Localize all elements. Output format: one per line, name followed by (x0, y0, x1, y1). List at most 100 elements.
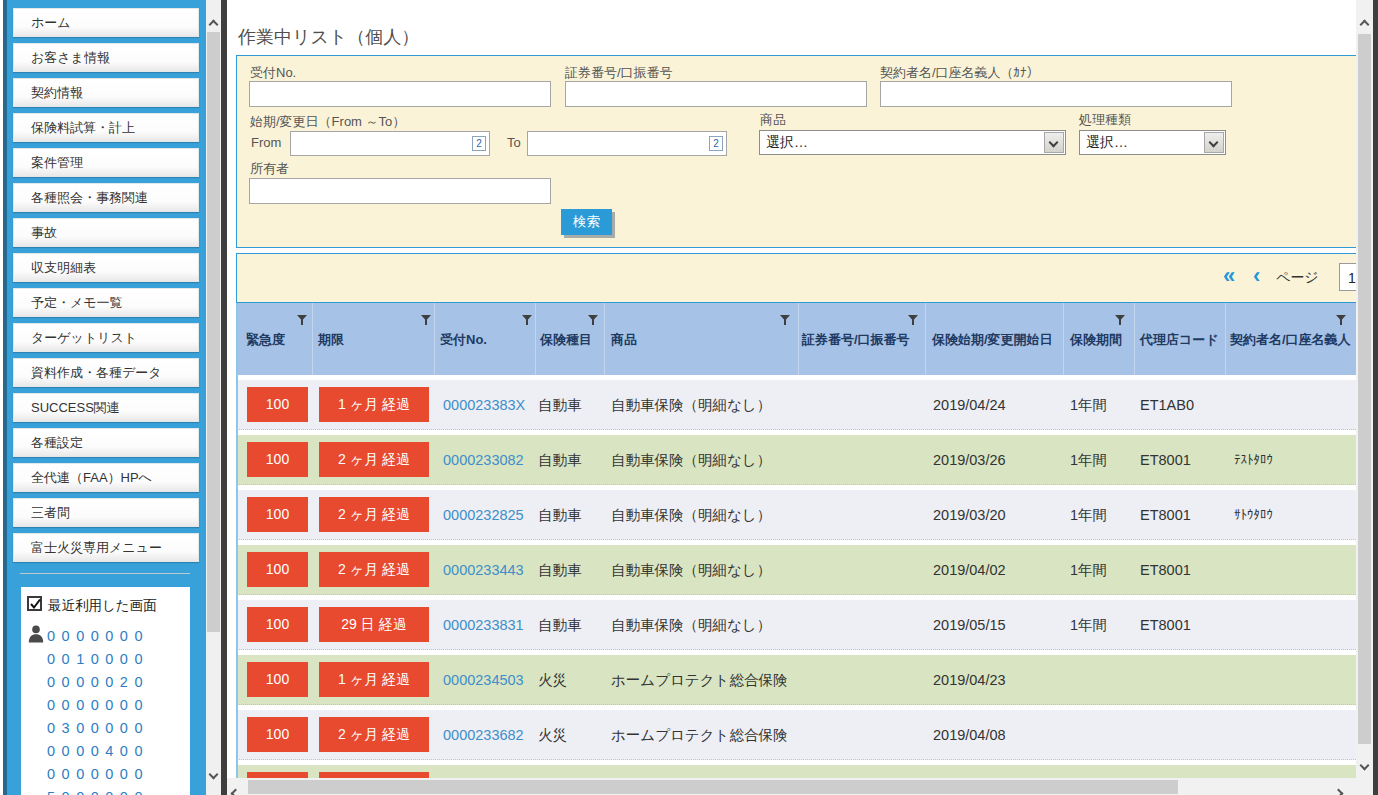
search-panel: 受付No. 証券番号/口振番号 契約者名/口座名義人（ｶﾅ） 始期/変更日（Fr… (236, 55, 1358, 248)
chevron-down-icon[interactable] (1204, 132, 1224, 153)
urgency-badge: 100 (247, 497, 308, 532)
receipt-no-link[interactable]: 0000233682 (443, 710, 524, 760)
scroll-left-icon[interactable] (232, 783, 239, 795)
filter-icon[interactable] (522, 311, 532, 329)
filter-icon[interactable] (421, 311, 431, 329)
urgency-badge: 100 (247, 387, 308, 422)
table-row: 100 1 ヶ月 経過 0000234503 火災 ホームプロテクト総合保険 2… (236, 655, 1356, 705)
scroll-down-icon[interactable] (210, 764, 217, 782)
product-label: 商品 (760, 111, 786, 129)
sidebar-item-premium-calc[interactable]: 保険料試算・計上 (13, 113, 199, 142)
receipt-no-input[interactable] (249, 81, 551, 107)
recent-screens-label: 最近利用した画面 (48, 597, 157, 615)
sidebar-item-contract-info[interactable]: 契約情報 (13, 78, 199, 107)
to-date-input[interactable] (527, 131, 727, 156)
agency-code: ET8001 (1140, 545, 1191, 595)
vertical-scrollbar-thumb[interactable] (1358, 34, 1371, 744)
column-header-start-date: 保険始期/変更開始日 (932, 331, 1053, 349)
agency-code: ET8001 (1140, 600, 1191, 650)
search-button[interactable]: 検索 (561, 209, 612, 235)
scroll-up-icon[interactable] (210, 14, 217, 32)
urgency-badge: 100 (247, 662, 308, 697)
recent-screen-link[interactable]: 0000020 (47, 674, 149, 690)
scroll-right-icon[interactable] (1335, 783, 1342, 795)
insurance-category: 火災 (538, 655, 567, 705)
calendar-icon[interactable]: 2 (472, 136, 486, 151)
sidebar-item-document-data[interactable]: 資料作成・各種データ (13, 358, 199, 387)
horizontal-scrollbar[interactable] (227, 778, 1356, 795)
start-date: 2019/04/24 (933, 380, 1006, 430)
process-type-select[interactable]: 選択… (1079, 130, 1226, 155)
start-date: 2019/05/15 (933, 600, 1006, 650)
recent-screen-link[interactable]: 0000400 (47, 743, 149, 759)
product-select[interactable]: 選択… (759, 130, 1066, 155)
sidebar-item-inquiries[interactable]: 各種照会・事務関連 (13, 183, 199, 212)
sidebar-item-customer-info[interactable]: お客さま情報 (13, 43, 199, 72)
recent-screen-link[interactable]: 0000000 (47, 697, 149, 713)
sidebar-item-accident[interactable]: 事故 (13, 218, 199, 247)
policy-no-input[interactable] (565, 81, 867, 107)
recent-screens-checkbox[interactable] (27, 596, 42, 611)
table-left-border (236, 303, 238, 778)
calendar-icon[interactable]: 2 (709, 136, 723, 151)
deadline-badge: 1 ヶ月 経過 (319, 662, 429, 697)
column-header-policy-no: 証券番号/口振番号 (802, 331, 910, 349)
sidebar-item-settings[interactable]: 各種設定 (13, 428, 199, 457)
term: 1年間 (1070, 380, 1107, 430)
receipt-no-link[interactable]: 0000233831 (443, 600, 524, 650)
scroll-up-icon[interactable] (1361, 14, 1368, 32)
filter-icon[interactable] (908, 311, 918, 329)
chevron-down-icon[interactable] (1044, 132, 1064, 153)
recent-screen-link[interactable]: 0010000 (47, 651, 149, 667)
process-type-label: 処理種類 (1079, 111, 1131, 129)
contractor-input[interactable] (880, 81, 1232, 107)
sidebar-item-home[interactable]: ホーム (13, 8, 199, 37)
recent-screen-link[interactable]: 0000000 (47, 766, 149, 782)
column-header-term: 保険期間 (1070, 331, 1122, 349)
sidebar-item-faa-hp[interactable]: 全代連（FAA）HPへ (13, 463, 199, 492)
recent-screen-link[interactable]: 0300000 (47, 720, 149, 736)
horizontal-scrollbar-thumb[interactable] (248, 780, 1178, 794)
page-label: ページ (1276, 269, 1319, 287)
filter-icon[interactable] (1336, 311, 1346, 329)
prev-page-icon[interactable]: ‹ (1253, 263, 1260, 289)
filter-icon[interactable] (780, 311, 790, 329)
sidebar-item-case-management[interactable]: 案件管理 (13, 148, 199, 177)
insurance-category: 自動車 (538, 600, 582, 650)
column-header-receipt-no: 受付No. (440, 331, 487, 349)
sidebar-item-success[interactable]: SUCCESS関連 (13, 393, 199, 422)
urgency-badge: 100 (247, 607, 308, 642)
filter-icon[interactable] (588, 311, 598, 329)
sidebar-scrollbar[interactable] (206, 0, 221, 795)
sidebar-item-sansha[interactable]: 三者間 (13, 498, 199, 527)
receipt-no-link[interactable]: 0000233082 (443, 435, 524, 485)
sidebar-item-schedule-memo[interactable]: 予定・メモ一覧 (13, 288, 199, 317)
sidebar-item-target-list[interactable]: ターゲットリスト (13, 323, 199, 352)
column-header-contractor: 契約者名/口座名義人 (1230, 331, 1351, 349)
product-select-value: 選択… (766, 134, 808, 152)
sidebar-item-balance-sheet[interactable]: 収支明細表 (13, 253, 199, 282)
sidebar-item-fuji-kasai-menu[interactable]: 富士火災専用メニュー (13, 533, 199, 562)
start-date: 2019/04/02 (933, 545, 1006, 595)
agency-code: ET1AB0 (1140, 380, 1194, 430)
receipt-no-link[interactable]: 0000232825 (443, 490, 524, 540)
receipt-no-link[interactable]: 0000234503 (443, 655, 524, 705)
term: 1年間 (1070, 490, 1107, 540)
recent-screen-link[interactable]: 0000000 (47, 628, 149, 644)
filter-icon[interactable] (297, 311, 307, 329)
sidebar-scrollbar-thumb[interactable] (207, 32, 220, 632)
receipt-no-link[interactable]: 0000233443 (443, 545, 524, 595)
from-date-input[interactable] (290, 131, 490, 156)
owner-input[interactable] (249, 178, 551, 204)
filter-icon[interactable] (1115, 311, 1125, 329)
urgency-badge: 100 (247, 552, 308, 587)
vertical-scrollbar[interactable] (1356, 0, 1373, 795)
from-label: From (251, 135, 281, 150)
insurance-category: 自動車 (538, 435, 582, 485)
urgency-badge: 100 (247, 717, 308, 752)
scroll-down-icon[interactable] (1361, 755, 1368, 773)
recent-screen-link[interactable]: 5000000 (47, 789, 149, 795)
first-page-icon[interactable]: « (1223, 263, 1235, 289)
receipt-no-link[interactable]: 000023383X (443, 380, 525, 430)
column-header-agency: 代理店コード (1140, 331, 1219, 349)
